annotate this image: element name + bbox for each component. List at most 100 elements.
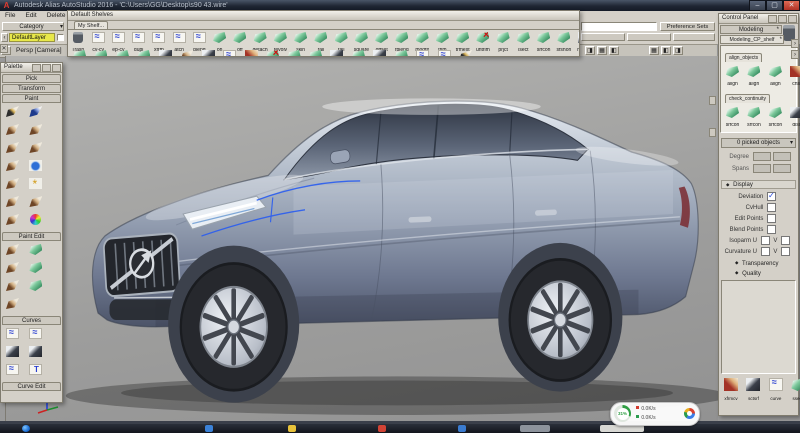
taskbar-window-button[interactable] bbox=[520, 425, 550, 432]
category-dropdown[interactable]: Category ▾ bbox=[2, 22, 64, 31]
cp-tool[interactable]: curve bbox=[767, 378, 785, 401]
monitor-app-icon[interactable] bbox=[684, 408, 695, 419]
taskbar-app-icon[interactable] bbox=[458, 425, 466, 432]
palette-tool[interactable]: shpps bbox=[3, 278, 22, 296]
palette-tool[interactable]: cmsnp bbox=[26, 260, 45, 278]
shelf-tool[interactable] bbox=[371, 48, 388, 57]
panel-expand-chevron[interactable]: › bbox=[791, 50, 799, 59]
palette-tool[interactable]: nw-cos bbox=[3, 362, 22, 380]
layer-visibility-checkbox[interactable] bbox=[57, 34, 64, 41]
palette-tool[interactable]: ersft bbox=[26, 140, 45, 158]
shelf-tool[interactable] bbox=[286, 48, 303, 57]
layout-icon[interactable]: ▦ bbox=[649, 46, 659, 55]
palette-tab-paint-edit[interactable]: Paint Edit bbox=[2, 232, 61, 241]
viewport-label[interactable]: Persp [Camera] bbox=[16, 45, 62, 56]
cp-tool[interactable]: align bbox=[767, 64, 784, 87]
shelf-tool[interactable] bbox=[92, 48, 109, 57]
curvature-v-checkbox[interactable] bbox=[781, 247, 790, 256]
curvature-u-checkbox[interactable] bbox=[761, 247, 770, 256]
perspective-viewport[interactable] bbox=[5, 56, 718, 421]
palette-tool[interactable]: imsho bbox=[3, 194, 22, 212]
degree-field-v[interactable] bbox=[773, 152, 791, 161]
palette-tool[interactable]: felt bbox=[3, 140, 22, 158]
palette-tool[interactable]: kptlsv bbox=[26, 344, 45, 362]
palette-tool[interactable]: mdsym bbox=[3, 212, 22, 230]
car-model-render[interactable] bbox=[29, 56, 718, 421]
menu-item[interactable]: File bbox=[0, 11, 20, 21]
panel-expand-chevron[interactable]: › bbox=[791, 39, 799, 48]
shelf-tool[interactable] bbox=[393, 48, 410, 57]
degree-field-u[interactable] bbox=[753, 152, 771, 161]
maximize-button[interactable]: ▢ bbox=[766, 0, 783, 11]
cp-tool[interactable]: srfcon bbox=[745, 105, 762, 128]
start-button[interactable] bbox=[22, 425, 30, 432]
preference-sets-button[interactable]: Preference Sets bbox=[660, 22, 715, 31]
quality-section[interactable]: ◆ Quality bbox=[719, 268, 796, 279]
palette-tool[interactable]: color bbox=[26, 212, 45, 230]
command-input[interactable] bbox=[581, 22, 657, 31]
shelf-tool[interactable]: prjct bbox=[495, 30, 511, 53]
shelf-tool[interactable]: srfcon bbox=[536, 30, 552, 53]
palette-tool[interactable]: clayn bbox=[3, 242, 22, 260]
cp-tool[interactable]: srfcon bbox=[767, 105, 784, 128]
cp-tool[interactable]: sctsrf bbox=[744, 378, 762, 401]
palette-tool[interactable]: flood bbox=[26, 158, 45, 176]
shelf-tool[interactable] bbox=[135, 48, 152, 57]
picked-objects-dropdown[interactable]: 0 picked objects ▾ bbox=[721, 138, 796, 148]
palette-window[interactable]: Palette Pick Transform Paint pencil ink bbox=[0, 62, 63, 403]
default-shelves-window[interactable]: Default Shelves My Shelf... Trash cv-cv … bbox=[67, 10, 580, 57]
zoom-window-icon[interactable]: ◧ bbox=[609, 46, 619, 55]
spans-field-u[interactable] bbox=[753, 164, 771, 173]
system-monitor-widget[interactable]: 31% 0.0K/s 0.0K/s bbox=[610, 402, 700, 426]
palette-tool[interactable]: circle bbox=[3, 326, 22, 344]
palette-tool[interactable]: pdsft bbox=[26, 122, 45, 140]
shelf-tool[interactable] bbox=[436, 48, 453, 57]
palette-collapse-icon[interactable] bbox=[32, 64, 41, 72]
shelf-tool[interactable] bbox=[264, 48, 281, 57]
shelf-tool[interactable] bbox=[350, 48, 367, 57]
cvhull-checkbox[interactable] bbox=[767, 203, 776, 212]
shelf-tool[interactable]: sfshon bbox=[556, 30, 572, 53]
palette-tab-transform[interactable]: Transform bbox=[2, 84, 61, 93]
cp-tool[interactable]: align bbox=[724, 64, 741, 87]
taskbar-app-icon[interactable] bbox=[205, 425, 213, 432]
palette-tab-paint[interactable]: Paint bbox=[2, 94, 61, 103]
shelf-tool[interactable] bbox=[457, 48, 474, 57]
shelf-tool[interactable] bbox=[414, 48, 431, 57]
palette-tool[interactable]: wand bbox=[26, 176, 45, 194]
shelf-tool[interactable] bbox=[243, 48, 260, 57]
palette-tab-curves[interactable]: Curves bbox=[2, 316, 61, 325]
cp-tool[interactable]: srfcon bbox=[724, 105, 741, 128]
viewport-scroll-handle[interactable] bbox=[709, 128, 716, 137]
palette-tool[interactable]: rw-in bbox=[26, 278, 45, 296]
taskbar-app-icon[interactable] bbox=[288, 425, 296, 432]
grid-icon[interactable]: ▦ bbox=[597, 46, 607, 55]
shelves-title-bar[interactable]: Default Shelves bbox=[68, 11, 579, 21]
palette-tab-curve-edit[interactable]: Curve Edit bbox=[2, 382, 61, 391]
spans-field-v[interactable] bbox=[773, 164, 791, 173]
shelf-tool[interactable] bbox=[71, 48, 88, 57]
shelf-tool[interactable] bbox=[221, 48, 238, 57]
palette-tool[interactable]: warp bbox=[3, 260, 22, 278]
minimize-button[interactable]: – bbox=[749, 0, 766, 11]
viewport-scroll-handle[interactable] bbox=[709, 96, 716, 105]
shelf-tool[interactable] bbox=[157, 48, 174, 57]
shade-icon[interactable]: ◧ bbox=[661, 46, 671, 55]
taskbar-app-icon[interactable] bbox=[378, 425, 386, 432]
shelf-tool[interactable]: untrim bbox=[475, 30, 491, 53]
palette-tool[interactable]: arsft bbox=[3, 122, 22, 140]
menu-item[interactable]: Edit bbox=[20, 11, 41, 21]
blend-points-checkbox[interactable] bbox=[767, 225, 776, 234]
palette-tool[interactable]: ink bbox=[26, 104, 45, 122]
control-panel[interactable]: Control Panel Modeling * Modeling_CP_she… bbox=[718, 13, 799, 416]
palette-tool[interactable]: shrpn bbox=[3, 158, 22, 176]
palette-tool[interactable]: pencil bbox=[3, 104, 22, 122]
cp-shelf-tab[interactable]: Modeling_CP_shelf * bbox=[720, 35, 784, 44]
shelf-tool[interactable]: isect bbox=[516, 30, 532, 53]
shelf-tool[interactable] bbox=[328, 48, 345, 57]
shelf-tool[interactable]: muted bbox=[576, 30, 580, 53]
palette-tool[interactable]: blend bbox=[3, 344, 22, 362]
cp-cycle-icon[interactable] bbox=[788, 15, 797, 23]
display-section-header[interactable]: ◆ Display bbox=[721, 180, 796, 189]
palette-title-bar[interactable]: Palette bbox=[1, 63, 62, 73]
